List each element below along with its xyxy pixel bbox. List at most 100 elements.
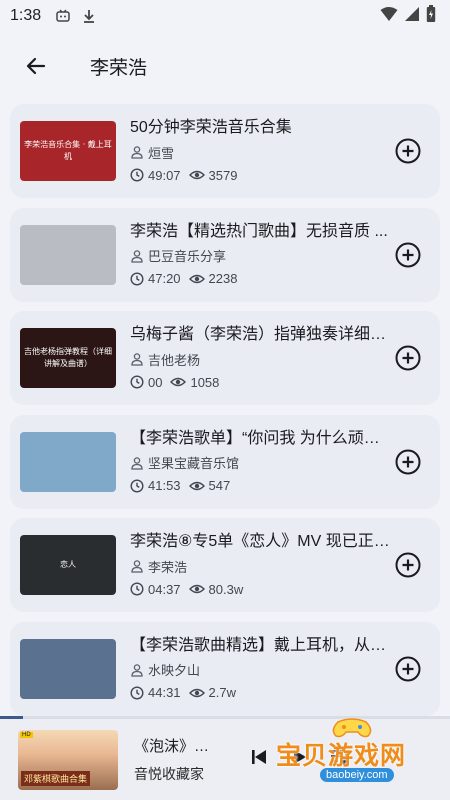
author-row: 水映夕山	[130, 660, 392, 680]
item-views: 80.3w	[208, 581, 244, 597]
item-info: 乌梅子酱（李荣浩）指弹独奏详细… 吉他老杨 00 1058	[130, 324, 392, 392]
user-icon	[131, 456, 143, 470]
play-pause-button[interactable]	[290, 748, 308, 771]
back-button[interactable]	[12, 42, 60, 90]
add-circle-icon	[395, 656, 421, 681]
item-title: 【李荣浩歌单】“你问我 为什么顽固…	[130, 429, 392, 447]
download-icon	[81, 8, 97, 24]
thumbnail	[20, 224, 116, 285]
thumbnail: 恋人	[20, 535, 116, 595]
player-artist: 音悦收藏家	[134, 766, 204, 782]
item-info: 【李荣浩歌曲精选】戴上耳机，从… 水映夕山 44:31 2.7w	[130, 635, 392, 703]
eye-icon	[170, 377, 187, 387]
add-circle-icon	[395, 449, 421, 474]
item-author: 坚果宝藏音乐馆	[148, 456, 240, 471]
item-duration: 04:37	[148, 581, 181, 597]
back-arrow-icon	[26, 57, 46, 75]
list-item[interactable]: 吉他老杨指弹教程（详细讲解及曲谱） 乌梅子酱（李荣浩）指弹独奏详细… 吉他老杨 …	[10, 311, 440, 405]
thumbnail: 李荣浩音乐合集 · 戴上耳机	[20, 121, 116, 181]
thumbnail	[20, 638, 116, 699]
author-row: 李荣浩	[130, 556, 392, 576]
clock-icon	[130, 685, 144, 700]
item-info: 李荣浩【精选热门歌曲】无损音质 ... 巴豆音乐分享 47:20 2238	[130, 221, 392, 289]
item-views: 2.7w	[208, 685, 237, 700]
mini-player[interactable]: HD 邓紫棋歌曲合集 《泡沫》… 音悦收藏家	[0, 719, 450, 800]
cover-tag: HD	[20, 731, 33, 738]
add-button[interactable]	[394, 137, 422, 165]
video-list: 李荣浩音乐合集 · 戴上耳机 50分钟李荣浩音乐合集 烜雪 49:07 3579…	[10, 104, 440, 725]
list-item[interactable]: 恋人 李荣浩⑧专5单《恋人》MV 现已正… 李荣浩 04:37 80.3w	[10, 518, 440, 612]
thumbnail	[20, 431, 116, 492]
item-info: 李荣浩⑧专5单《恋人》MV 现已正… 李荣浩 04:37 80.3w	[130, 531, 392, 599]
playlist-button[interactable]	[330, 748, 350, 771]
add-circle-icon	[395, 552, 421, 578]
stats-row: 47:20 2238	[130, 269, 392, 289]
clock-icon	[130, 478, 144, 493]
item-author: 烜雪	[148, 145, 175, 161]
player-song: 《泡沫》…	[134, 738, 210, 755]
clock-icon	[130, 375, 144, 389]
stats-row: 44:31 2.7w	[130, 683, 392, 703]
clock-icon	[130, 582, 144, 596]
item-author: 巴豆音乐分享	[148, 249, 227, 264]
user-icon	[131, 353, 143, 366]
eye-icon	[188, 274, 205, 283]
status-bar: 1:38	[0, 0, 450, 32]
add-button[interactable]	[394, 551, 422, 579]
item-views: 547	[208, 478, 231, 493]
stats-row: 04:37 80.3w	[130, 579, 392, 599]
item-views: 3579	[208, 167, 238, 183]
signal-icon	[404, 6, 420, 27]
eye-icon	[188, 170, 205, 180]
stats-row: 49:07 3579	[130, 165, 392, 185]
item-duration: 44:31	[148, 685, 181, 700]
add-button[interactable]	[394, 448, 422, 476]
list-item[interactable]: 【李荣浩歌单】“你问我 为什么顽固… 坚果宝藏音乐馆 41:53 547	[10, 414, 440, 509]
skip-previous-icon	[252, 750, 266, 764]
clock-icon	[130, 168, 144, 182]
item-author: 李荣浩	[148, 559, 188, 575]
thumbnail-text: 吉他老杨指弹教程（详细讲解及曲谱）	[24, 347, 112, 368]
add-circle-icon	[395, 242, 421, 267]
item-title: 乌梅子酱（李荣浩）指弹独奏详细…	[130, 326, 387, 343]
user-icon	[131, 146, 143, 159]
thumbnail-text: 恋人	[60, 560, 76, 569]
app-header: 李荣浩	[0, 42, 450, 90]
item-title: 50分钟李荣浩音乐合集	[130, 119, 292, 136]
item-info: 【李荣浩歌单】“你问我 为什么顽固… 坚果宝藏音乐馆 41:53 547	[130, 428, 392, 496]
item-duration: 00	[148, 374, 163, 390]
add-button[interactable]	[394, 344, 422, 372]
thumbnail: 吉他老杨指弹教程（详细讲解及曲谱）	[20, 328, 116, 388]
list-item[interactable]: 李荣浩音乐合集 · 戴上耳机 50分钟李荣浩音乐合集 烜雪 49:07 3579	[10, 104, 440, 198]
eye-icon	[188, 481, 205, 490]
author-row: 吉他老杨	[130, 349, 392, 369]
item-title: 李荣浩【精选热门歌曲】无损音质 ...	[130, 222, 388, 240]
add-circle-icon	[395, 345, 421, 371]
item-duration: 41:53	[148, 478, 181, 493]
stats-row: 41:53 547	[130, 476, 392, 496]
author-row: 巴豆音乐分享	[130, 246, 392, 266]
eye-icon	[188, 584, 205, 594]
add-button[interactable]	[394, 241, 422, 269]
clock-icon	[130, 271, 144, 286]
item-title: 李荣浩⑧专5单《恋人》MV 现已正…	[130, 533, 390, 550]
item-duration: 47:20	[148, 271, 181, 286]
list-item[interactable]: 【李荣浩歌曲精选】戴上耳机，从… 水映夕山 44:31 2.7w	[10, 621, 440, 716]
eye-icon	[188, 688, 205, 697]
author-row: 烜雪	[130, 142, 392, 162]
list-item[interactable]: 李荣浩【精选热门歌曲】无损音质 ... 巴豆音乐分享 47:20 2238	[10, 207, 440, 302]
notification-icon	[55, 8, 71, 24]
battery-icon	[426, 4, 436, 28]
user-icon	[131, 560, 143, 573]
user-icon	[131, 663, 143, 677]
playlist-icon	[331, 750, 349, 765]
play-icon	[294, 750, 306, 764]
user-icon	[131, 249, 143, 263]
thumbnail-text: 李荣浩音乐合集 · 戴上耳机	[24, 140, 112, 161]
previous-button[interactable]	[250, 748, 268, 771]
item-info: 50分钟李荣浩音乐合集 烜雪 49:07 3579	[130, 117, 392, 185]
add-button[interactable]	[394, 655, 422, 683]
player-info: 《泡沫》… 音悦收藏家	[134, 735, 230, 784]
item-views: 1058	[190, 374, 220, 390]
cover-caption: 邓紫棋歌曲合集	[21, 770, 91, 786]
